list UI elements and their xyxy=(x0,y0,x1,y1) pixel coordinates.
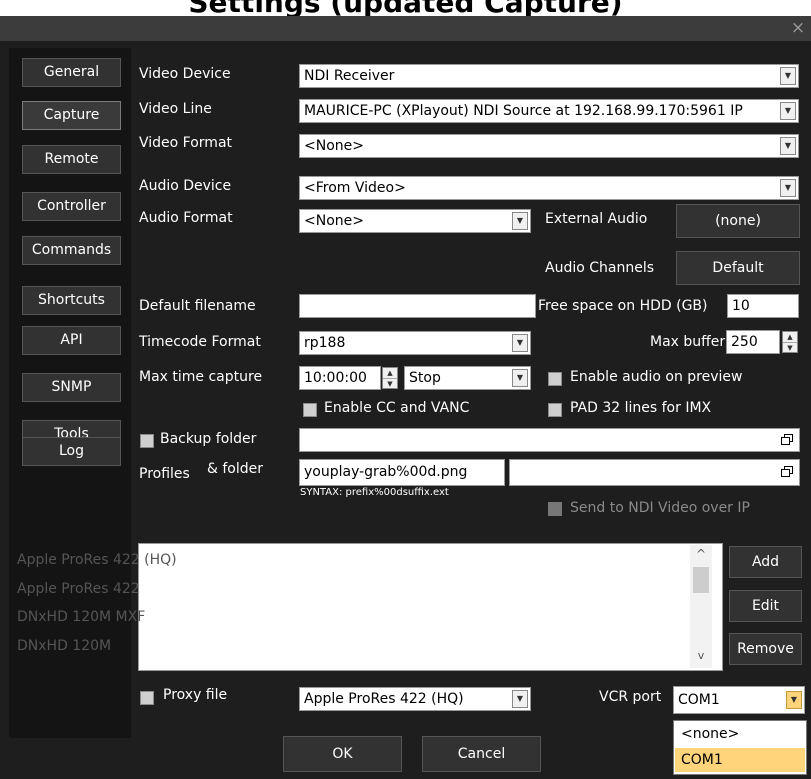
max-time-capture-label: Max time capture xyxy=(139,369,263,385)
send-ndi-checkbox[interactable] xyxy=(548,502,562,516)
sidebar-item-commands[interactable]: Commands xyxy=(22,236,121,265)
list-item[interactable]: DNxHD 120M xyxy=(17,638,111,654)
max-time-stepper[interactable]: ▲ ▼ xyxy=(382,367,398,389)
add-profile-button[interactable]: Add xyxy=(729,546,802,578)
sidebar-item-shortcuts[interactable]: Shortcuts xyxy=(22,286,121,315)
audio-format-value: <None> xyxy=(304,213,364,229)
list-item[interactable]: Apple ProRes 422 xyxy=(17,581,140,597)
profiles-folder-input[interactable] xyxy=(509,459,800,486)
enable-cc-vanc-checkbox[interactable] xyxy=(303,403,317,417)
free-space-label: Free space on HDD (GB) xyxy=(538,298,708,314)
vcr-port-select[interactable]: COM1 ▼ xyxy=(673,686,805,714)
chevron-down-icon[interactable]: ▼ xyxy=(512,369,528,387)
cancel-button[interactable]: Cancel xyxy=(422,736,541,772)
audio-channels-button[interactable]: Default xyxy=(676,251,800,285)
scrollbar-thumb[interactable] xyxy=(693,567,709,593)
audio-format-label: Audio Format xyxy=(139,210,233,226)
video-device-label: Video Device xyxy=(139,66,231,82)
vcr-port-option-com1[interactable]: COM1 xyxy=(675,748,805,772)
chevron-down-icon[interactable]: ▼ xyxy=(780,102,796,120)
audio-channels-label: Audio Channels xyxy=(545,260,655,276)
video-format-value: <None> xyxy=(304,138,364,154)
chevron-down-icon[interactable]: ▼ xyxy=(780,137,796,155)
sidebar-item-api[interactable]: API xyxy=(22,326,121,355)
pad-32-lines-label: PAD 32 lines for IMX xyxy=(570,400,712,416)
video-line-select[interactable]: MAURICE-PC (XPlayout) NDI Source at 192.… xyxy=(299,99,799,123)
vcr-port-dropdown: <none> COM1 xyxy=(673,720,807,775)
audio-device-value: <From Video> xyxy=(304,180,406,196)
backup-folder-input[interactable] xyxy=(299,428,800,452)
pad-32-lines-checkbox[interactable] xyxy=(548,403,562,417)
timecode-format-value: rp188 xyxy=(304,335,346,351)
chevron-up-icon[interactable]: ^ xyxy=(693,547,709,563)
video-format-label: Video Format xyxy=(139,135,233,151)
enable-audio-preview-label: Enable audio on preview xyxy=(570,369,743,385)
timecode-format-select[interactable]: rp188 ▼ xyxy=(299,331,531,355)
max-time-action-select[interactable]: Stop ▼ xyxy=(404,366,531,390)
proxy-file-checkbox[interactable] xyxy=(140,691,154,705)
list-item[interactable]: DNxHD 120M MXF xyxy=(17,609,145,625)
profiles-pattern-input[interactable]: youplay-grab%00d.png xyxy=(299,459,505,486)
enable-audio-preview-checkbox[interactable] xyxy=(548,372,562,386)
sidebar-item-log[interactable]: Log xyxy=(22,437,121,466)
chevron-down-icon[interactable]: v xyxy=(693,649,709,665)
chevron-down-icon[interactable]: ▼ xyxy=(512,690,528,708)
external-audio-button[interactable]: (none) xyxy=(676,204,800,238)
profiles-syntax-hint: SYNTAX: prefix%00dsuffix.ext xyxy=(300,487,449,498)
video-device-value: NDI Receiver xyxy=(304,68,395,84)
stepper-down-icon[interactable]: ▼ xyxy=(383,378,397,389)
default-filename-label: Default filename xyxy=(139,298,256,314)
video-line-value: MAURICE-PC (XPlayout) NDI Source at 192.… xyxy=(304,103,743,119)
external-audio-label: External Audio xyxy=(545,211,648,227)
profiles-label: Profiles xyxy=(139,466,190,482)
max-buffer-label: Max buffer xyxy=(650,334,726,350)
backup-folder-checkbox[interactable] xyxy=(140,434,154,448)
stepper-up-icon[interactable]: ▲ xyxy=(783,332,797,342)
profiles-folder-label: & folder xyxy=(207,461,264,477)
enable-cc-vanc-label: Enable CC and VANC xyxy=(324,400,470,416)
dialog-header xyxy=(0,16,811,41)
timecode-format-label: Timecode Format xyxy=(139,334,261,350)
video-device-select[interactable]: NDI Receiver ▼ xyxy=(299,64,799,88)
sidebar-item-general[interactable]: General xyxy=(22,58,121,87)
ok-button[interactable]: OK xyxy=(283,736,402,772)
chevron-down-icon[interactable]: ▼ xyxy=(512,334,528,352)
remove-profile-button[interactable]: Remove xyxy=(729,633,802,665)
free-space-input[interactable]: 10 xyxy=(727,294,799,318)
chevron-down-icon[interactable]: ▼ xyxy=(780,179,796,197)
audio-device-label: Audio Device xyxy=(139,178,232,194)
proxy-file-select[interactable]: Apple ProRes 422 (HQ) ▼ xyxy=(299,687,531,711)
sidebar-item-capture[interactable]: Capture xyxy=(22,101,121,130)
max-buffer-input[interactable]: 250 xyxy=(726,330,780,354)
close-icon[interactable]: × xyxy=(788,17,808,39)
chevron-down-icon[interactable]: ▼ xyxy=(780,67,796,85)
chevron-down-icon[interactable]: ▼ xyxy=(512,212,528,230)
audio-format-select[interactable]: <None> ▼ xyxy=(299,209,531,233)
sidebar-item-remote[interactable]: Remote xyxy=(22,145,121,174)
profiles-list[interactable] xyxy=(138,543,723,671)
max-buffer-stepper[interactable]: ▲ ▼ xyxy=(782,331,798,353)
sidebar-item-controller[interactable]: Controller xyxy=(22,192,121,221)
chevron-down-icon[interactable]: ▼ xyxy=(786,691,802,709)
stepper-down-icon[interactable]: ▼ xyxy=(783,342,797,353)
edit-profile-button[interactable]: Edit xyxy=(729,590,802,622)
browse-folder-icon[interactable] xyxy=(781,434,793,445)
proxy-file-label: Proxy file xyxy=(163,687,228,703)
max-time-action-value: Stop xyxy=(409,370,441,386)
stepper-up-icon[interactable]: ▲ xyxy=(383,368,397,378)
vcr-port-label: VCR port xyxy=(599,689,662,705)
video-format-select[interactable]: <None> ▼ xyxy=(299,134,799,158)
proxy-file-value: Apple ProRes 422 (HQ) xyxy=(304,691,464,707)
browse-folder-icon[interactable] xyxy=(781,466,793,477)
default-filename-input[interactable] xyxy=(299,294,536,318)
sidebar-item-snmp[interactable]: SNMP xyxy=(22,373,121,402)
vcr-port-value: COM1 xyxy=(678,692,720,708)
send-ndi-label: Send to NDI Video over IP xyxy=(570,500,750,516)
audio-device-select[interactable]: <From Video> ▼ xyxy=(299,176,799,200)
max-time-input[interactable]: 10:00:00 xyxy=(299,366,381,390)
video-line-label: Video Line xyxy=(139,101,212,117)
backup-folder-label: Backup folder xyxy=(160,431,257,447)
vcr-port-option-none[interactable]: <none> xyxy=(675,722,805,746)
list-item[interactable]: Apple ProRes 422 (HQ) xyxy=(17,552,177,568)
